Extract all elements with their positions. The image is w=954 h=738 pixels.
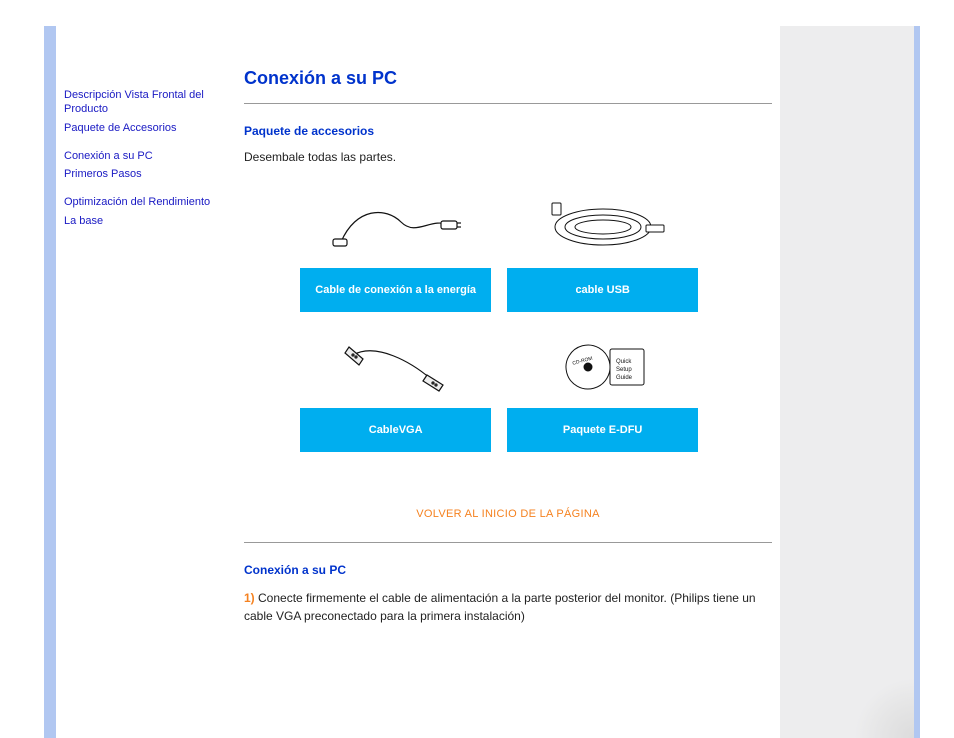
section-text-desembale: Desembale todas las partes.: [244, 150, 772, 164]
left-margin-stripe: [44, 26, 56, 738]
vga-cable-icon: [331, 337, 461, 397]
svg-text:Setup: Setup: [616, 367, 632, 373]
right-margin-stripe: [780, 26, 920, 738]
step-1-number: 1): [244, 591, 255, 605]
power-cable-icon: [331, 197, 461, 257]
accessories-grid: Cable de conexión a la energía cable USB…: [284, 188, 714, 452]
accessory-image-usb-cable: [507, 188, 698, 268]
sidebar-item-la-base[interactable]: La base: [64, 214, 244, 228]
svg-text:Guide: Guide: [616, 375, 633, 381]
divider: [244, 542, 772, 543]
sidebar-item-conexion-pc[interactable]: Conexión a su PC: [64, 149, 244, 163]
divider: [244, 103, 772, 104]
usb-cable-icon: [538, 197, 668, 257]
accessory-label-power-cable: Cable de conexión a la energía: [300, 268, 491, 312]
sidebar-item-primeros-pasos[interactable]: Primeros Pasos: [64, 167, 244, 181]
back-to-top-wrapper: VOLVER AL INICIO DE LA PÁGINA: [244, 506, 772, 520]
sidebar-item-optimizacion[interactable]: Optimización del Rendimiento: [64, 195, 244, 209]
sidebar-item-paquete-accesorios[interactable]: Paquete de Accesorios: [64, 121, 244, 135]
sidebar-nav: Descripción Vista Frontal del Producto P…: [64, 88, 244, 232]
step-1-text: Conecte firmemente el cable de alimentac…: [244, 591, 756, 623]
edfu-package-icon: CD-ROMQuickSetupGuide: [538, 337, 668, 397]
svg-text:Quick: Quick: [616, 359, 632, 365]
page-title: Conexión a su PC: [244, 68, 772, 89]
section-heading-conexion: Conexión a su PC: [244, 563, 772, 577]
accessory-image-power-cable: [300, 188, 491, 268]
step-1-paragraph: 1) Conecte firmemente el cable de alimen…: [244, 589, 772, 625]
accessory-label-vga-cable: CableVGA: [300, 408, 491, 452]
accessory-label-edfu: Paquete E-DFU: [507, 408, 698, 452]
accessory-label-usb-cable: cable USB: [507, 268, 698, 312]
accessory-image-edfu: CD-ROMQuickSetupGuide: [507, 328, 698, 408]
section-heading-accesorios: Paquete de accesorios: [244, 124, 772, 138]
back-to-top-link[interactable]: VOLVER AL INICIO DE LA PÁGINA: [416, 508, 600, 520]
accessory-image-vga-cable: [300, 328, 491, 408]
main-content: Conexión a su PC Paquete de accesorios D…: [244, 68, 772, 625]
sidebar-item-desc-frontal[interactable]: Descripción Vista Frontal del Producto: [64, 88, 244, 117]
page-curl-decor: [854, 678, 914, 738]
